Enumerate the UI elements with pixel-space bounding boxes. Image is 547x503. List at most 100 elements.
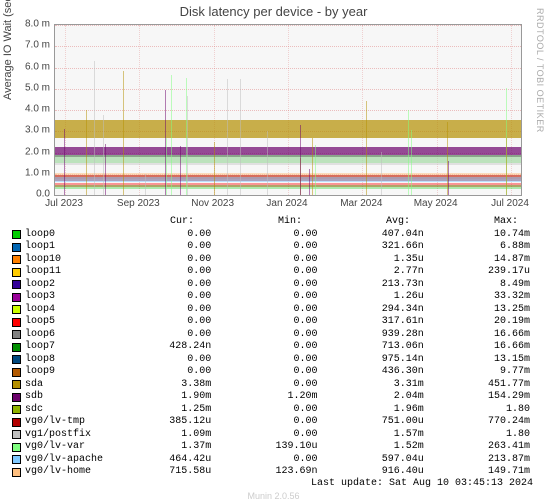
legend-avg: 916.40u bbox=[318, 466, 424, 479]
legend-avg: 1.26u bbox=[318, 291, 424, 304]
legend-avg: 294.34n bbox=[318, 304, 424, 317]
legend-row: sdc1.25m0.001.96m1.80 bbox=[12, 404, 530, 417]
legend-series-name: loop11 bbox=[25, 266, 105, 279]
legend-min: 0.00 bbox=[211, 229, 317, 242]
legend-min: 0.00 bbox=[211, 429, 317, 442]
legend-row: loop00.000.00407.04n10.74m bbox=[12, 229, 530, 242]
legend-min: 1.20m bbox=[211, 391, 317, 404]
legend-cur: 0.00 bbox=[105, 241, 211, 254]
y-tick: 1.0 m bbox=[25, 167, 50, 178]
col-avg: Avg: bbox=[302, 216, 410, 229]
legend-row: sda3.38m0.003.31m451.77m bbox=[12, 379, 530, 392]
legend-series-name: loop2 bbox=[25, 279, 105, 292]
legend-min: 0.00 bbox=[211, 291, 317, 304]
legend-color-chip bbox=[12, 243, 21, 252]
legend-cur: 3.38m bbox=[105, 379, 211, 392]
legend-cur: 0.00 bbox=[105, 254, 211, 267]
legend-series-name: vg0/lv-var bbox=[25, 441, 105, 454]
legend-max: 14.87m bbox=[424, 254, 530, 267]
x-tick: Jul 2024 bbox=[491, 198, 529, 209]
legend-series-name: vg0/lv-home bbox=[25, 466, 105, 479]
y-tick: 3.0 m bbox=[25, 125, 50, 136]
legend-max: 20.19m bbox=[424, 316, 530, 329]
plot-area bbox=[54, 24, 522, 196]
legend-avg: 1.57m bbox=[318, 429, 424, 442]
x-tick: Sep 2023 bbox=[117, 198, 160, 209]
y-tick: 6.0 m bbox=[25, 61, 50, 72]
legend-row: vg0/lv-tmp385.12u0.00751.00u770.24m bbox=[12, 416, 530, 429]
legend-row: loop20.000.00213.73n8.49m bbox=[12, 279, 530, 292]
y-axis-ticks: 0.01.0 m2.0 m3.0 m4.0 m5.0 m6.0 m7.0 m8.… bbox=[24, 20, 52, 196]
legend-avg: 2.77n bbox=[318, 266, 424, 279]
col-max: Max: bbox=[410, 216, 518, 229]
legend-color-chip bbox=[12, 293, 21, 302]
legend-cur: 715.58u bbox=[105, 466, 211, 479]
legend-series-name: loop10 bbox=[25, 254, 105, 267]
legend-series-name: vg0/lv-apache bbox=[25, 454, 105, 467]
legend-color-chip bbox=[12, 455, 21, 464]
legend-avg: 597.04u bbox=[318, 454, 424, 467]
legend-row: loop90.000.00436.30n9.77m bbox=[12, 366, 530, 379]
legend-max: 239.17u bbox=[424, 266, 530, 279]
legend-cur: 0.00 bbox=[105, 329, 211, 342]
legend-cur: 0.00 bbox=[105, 354, 211, 367]
legend-avg: 939.28n bbox=[318, 329, 424, 342]
legend-avg: 1.52m bbox=[318, 441, 424, 454]
legend-max: 770.24m bbox=[424, 416, 530, 429]
legend-max: 9.77m bbox=[424, 366, 530, 379]
legend-color-chip bbox=[12, 305, 21, 314]
legend-color-chip bbox=[12, 380, 21, 389]
legend-max: 149.71m bbox=[424, 466, 530, 479]
legend-max: 263.41m bbox=[424, 441, 530, 454]
legend-cur: 1.25m bbox=[105, 404, 211, 417]
legend-max: 1.80 bbox=[424, 404, 530, 417]
legend-color-chip bbox=[12, 330, 21, 339]
legend-min: 0.00 bbox=[211, 416, 317, 429]
legend-max: 6.88m bbox=[424, 241, 530, 254]
legend-color-chip bbox=[12, 368, 21, 377]
legend-min: 0.00 bbox=[211, 341, 317, 354]
y-tick: 8.0 m bbox=[25, 19, 50, 30]
y-tick: 5.0 m bbox=[25, 82, 50, 93]
munin-watermark: Munin 2.0.56 bbox=[0, 491, 547, 501]
legend-row: loop7428.24n0.00713.06n16.66m bbox=[12, 341, 530, 354]
legend-avg: 1.35u bbox=[318, 254, 424, 267]
legend-series-name: loop5 bbox=[25, 316, 105, 329]
legend-cur: 0.00 bbox=[105, 229, 211, 242]
legend-min: 0.00 bbox=[211, 279, 317, 292]
col-min: Min: bbox=[194, 216, 302, 229]
y-tick: 2.0 m bbox=[25, 146, 50, 157]
legend-color-chip bbox=[12, 280, 21, 289]
legend-min: 0.00 bbox=[211, 404, 317, 417]
legend-min: 0.00 bbox=[211, 304, 317, 317]
legend-color-chip bbox=[12, 343, 21, 352]
legend-min: 0.00 bbox=[211, 316, 317, 329]
y-tick: 4.0 m bbox=[25, 104, 50, 115]
legend-row: loop60.000.00939.28n16.66m bbox=[12, 329, 530, 342]
legend-avg: 321.66n bbox=[318, 241, 424, 254]
legend-min: 0.00 bbox=[211, 366, 317, 379]
legend-row: loop40.000.00294.34n13.25m bbox=[12, 304, 530, 317]
legend-header: Cur: Min: Avg: Max: bbox=[12, 216, 530, 229]
legend-row: vg0/lv-home715.58u123.69n916.40u149.71m bbox=[12, 466, 530, 479]
legend-series-name: vg1/postfix bbox=[25, 429, 105, 442]
legend-cur: 0.00 bbox=[105, 316, 211, 329]
legend-cur: 1.90m bbox=[105, 391, 211, 404]
legend-row: loop30.000.001.26u33.32m bbox=[12, 291, 530, 304]
y-tick: 7.0 m bbox=[25, 40, 50, 51]
legend-row: loop10.000.00321.66n6.88m bbox=[12, 241, 530, 254]
legend-color-chip bbox=[12, 230, 21, 239]
legend-row: loop110.000.002.77n239.17u bbox=[12, 266, 530, 279]
legend-cur: 1.09m bbox=[105, 429, 211, 442]
legend-avg: 407.04n bbox=[318, 229, 424, 242]
legend-avg: 436.30n bbox=[318, 366, 424, 379]
legend-color-chip bbox=[12, 393, 21, 402]
legend-max: 213.87m bbox=[424, 454, 530, 467]
legend-color-chip bbox=[12, 430, 21, 439]
legend-max: 16.66m bbox=[424, 329, 530, 342]
y-axis-label: Average IO Wait (seconds) bbox=[2, 0, 14, 100]
legend-color-chip bbox=[12, 255, 21, 264]
chart-title: Disk latency per device - by year bbox=[0, 4, 547, 19]
legend-min: 139.10u bbox=[211, 441, 317, 454]
legend-min: 0.00 bbox=[211, 241, 317, 254]
